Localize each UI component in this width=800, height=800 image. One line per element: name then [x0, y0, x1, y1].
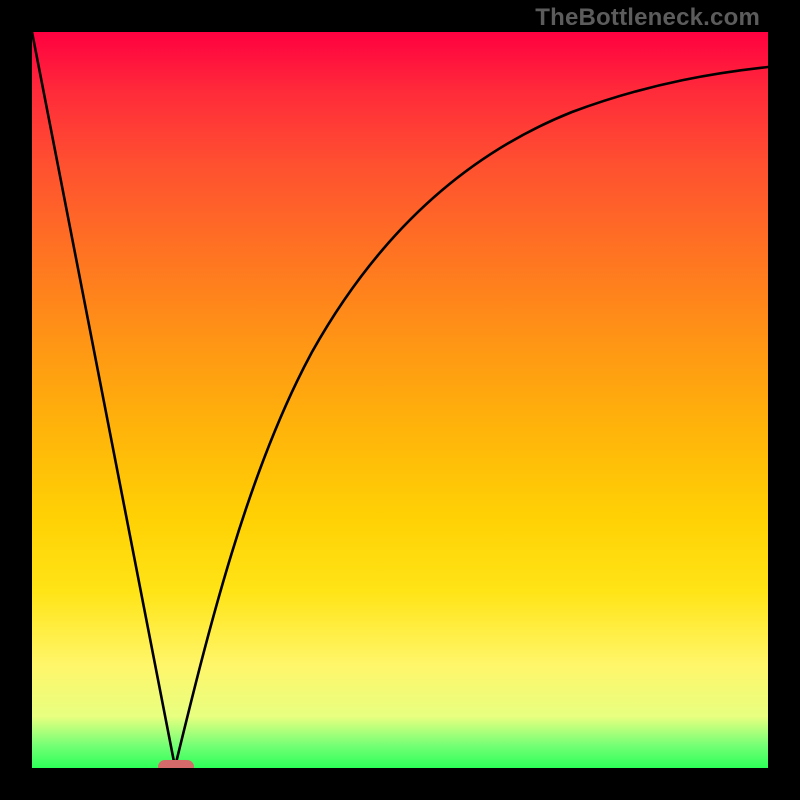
chart-frame: TheBottleneck.com [0, 0, 800, 800]
plot-border [0, 0, 800, 800]
